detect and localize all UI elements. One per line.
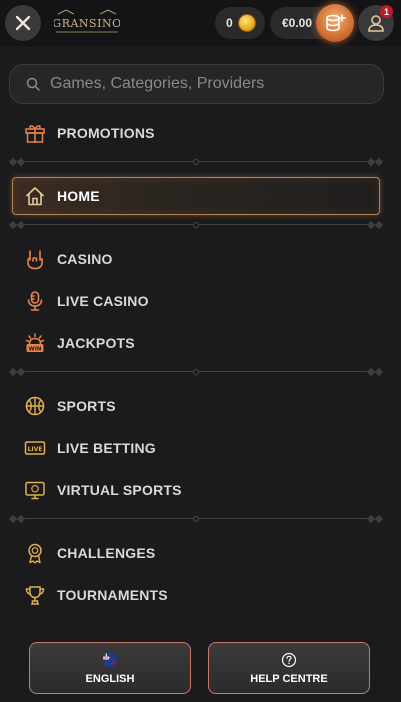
section-divider bbox=[8, 514, 384, 524]
basketball-icon bbox=[24, 395, 46, 417]
notification-badge: 1 bbox=[380, 5, 393, 18]
menu-item-home[interactable]: HOME bbox=[24, 185, 100, 207]
menu-label-casino: CASINO bbox=[57, 251, 113, 267]
gransino-logo[interactable]: GRANSINO bbox=[54, 8, 120, 38]
logo-text: GRANSINO bbox=[54, 17, 120, 30]
rock-hand-icon bbox=[24, 248, 46, 270]
menu-label-challenges: CHALLENGES bbox=[57, 545, 156, 561]
help-centre-label: HELP CENTRE bbox=[250, 672, 328, 685]
win-badge-text: WIN bbox=[29, 346, 42, 352]
deposit-button[interactable] bbox=[316, 4, 354, 42]
help-icon bbox=[281, 652, 297, 667]
menu-label-jackpots: JACKPOTS bbox=[57, 335, 135, 351]
monitor-ball-icon bbox=[24, 479, 46, 501]
search-icon bbox=[26, 77, 40, 91]
home-icon bbox=[24, 185, 46, 207]
flag-icon bbox=[102, 652, 118, 667]
menu-item-live-casino[interactable]: LIVE CASINO bbox=[24, 290, 149, 312]
balance-value: €0.00 bbox=[282, 16, 313, 30]
coins-value: 0 bbox=[226, 16, 233, 30]
search-bar[interactable]: Games, Categories, Providers bbox=[9, 64, 384, 104]
close-icon bbox=[15, 15, 31, 31]
live-badge-text: LIVE bbox=[28, 446, 43, 453]
live-badge-icon: LIVE bbox=[24, 437, 46, 459]
section-divider bbox=[8, 220, 384, 230]
menu-label-live-betting: LIVE BETTING bbox=[57, 440, 156, 456]
coins-balance[interactable]: 0 bbox=[215, 7, 265, 39]
top-bar: GRANSINO 0 €0.00 1 bbox=[0, 0, 401, 46]
menu-item-jackpots[interactable]: WIN JACKPOTS bbox=[24, 332, 135, 354]
coin-icon bbox=[238, 14, 256, 32]
microphone-icon bbox=[24, 290, 46, 312]
menu-item-tournaments[interactable]: TOURNAMENTS bbox=[24, 584, 168, 606]
menu-item-live-betting[interactable]: LIVE LIVE BETTING bbox=[24, 437, 156, 459]
coins-stack-plus-icon bbox=[326, 14, 346, 32]
menu-item-challenges[interactable]: CHALLENGES bbox=[24, 542, 155, 564]
menu-item-promotions[interactable]: PROMOTIONS bbox=[24, 122, 155, 144]
jackpot-win-icon: WIN bbox=[24, 332, 46, 354]
menu-label-tournaments: TOURNAMENTS bbox=[57, 587, 168, 603]
help-centre-button[interactable]: HELP CENTRE bbox=[208, 642, 370, 694]
medal-icon bbox=[24, 542, 46, 564]
menu-label-home: HOME bbox=[57, 188, 100, 204]
trophy-icon bbox=[24, 584, 46, 606]
section-divider bbox=[8, 157, 384, 167]
menu-item-virtual-sports[interactable]: VIRTUAL SPORTS bbox=[24, 479, 182, 501]
menu-item-casino[interactable]: CASINO bbox=[24, 248, 113, 270]
search-input[interactable]: Games, Categories, Providers bbox=[50, 75, 264, 93]
language-button[interactable]: ENGLISH bbox=[29, 642, 191, 694]
menu-label-virtual-sports: VIRTUAL SPORTS bbox=[57, 482, 182, 498]
section-divider bbox=[8, 367, 384, 377]
menu-label-live-casino: LIVE CASINO bbox=[57, 293, 149, 309]
gift-icon bbox=[24, 122, 46, 144]
close-menu-button[interactable] bbox=[5, 5, 41, 41]
menu-label-promotions: PROMOTIONS bbox=[57, 125, 155, 141]
menu-label-sports: SPORTS bbox=[57, 398, 116, 414]
menu-item-sports[interactable]: SPORTS bbox=[24, 395, 116, 417]
language-label: ENGLISH bbox=[85, 672, 135, 685]
